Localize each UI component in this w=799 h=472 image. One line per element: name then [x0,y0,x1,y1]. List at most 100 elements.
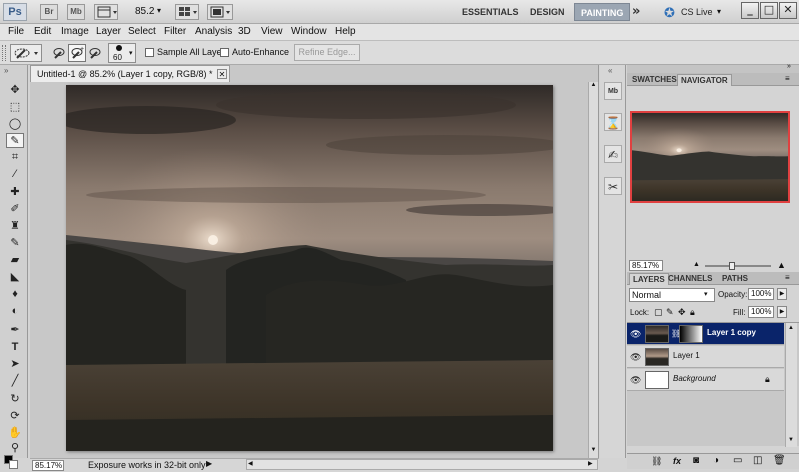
panel-menu-icon[interactable]: ≡ [785,273,790,282]
slider-handle[interactable] [729,262,735,270]
hand-tool[interactable]: ✋ [6,426,24,441]
minimize-button[interactable]: _ [741,2,759,19]
scroll-left-icon[interactable]: ◀ [248,460,253,467]
group-icon[interactable]: ▭ [733,455,742,466]
restore-button[interactable]: □ [760,2,778,19]
layer-row-background[interactable]: 👁︎ Background 🔒︎ [627,369,784,391]
new-layer-icon[interactable]: ◫ [753,455,762,466]
lock-pixels-icon[interactable]: ✎ [666,307,674,318]
fill-field[interactable]: 100% [748,306,774,318]
paint-bucket-tool[interactable]: ◣ [6,270,24,285]
workspace-design[interactable]: DESIGN [524,3,571,21]
menu-file[interactable]: File [8,26,24,37]
menu-window[interactable]: Window [291,26,327,37]
auto-enhance-checkbox[interactable] [220,48,229,57]
adjustment-icon[interactable]: ◑ [713,455,719,466]
document-canvas[interactable] [66,85,553,451]
scroll-up-icon[interactable]: ▲ [589,82,598,91]
options-grip[interactable] [2,45,6,61]
zoom-tool[interactable]: ⚲ [6,441,24,456]
layer-row-layer-1[interactable]: 👁︎ Layer 1 [627,346,784,368]
screen-mode-button[interactable] [207,4,233,20]
eye-icon[interactable]: 👁︎ [630,329,641,340]
menu-edit[interactable]: Edit [34,26,51,37]
menu-3d[interactable]: 3D [238,26,251,37]
move-tool[interactable]: ✥ [6,83,24,98]
brush-picker[interactable]: 60 ▾ [108,43,136,63]
panel-menu-icon[interactable]: ≡ [785,74,790,83]
layer-mask-thumbnail[interactable] [679,325,703,343]
navigator-zoom-slider[interactable] [705,262,771,270]
tab-swatches[interactable]: SWATCHES [629,74,680,86]
line-tool[interactable]: ╱ [6,374,24,389]
tab-paths[interactable]: PATHS [719,273,751,285]
history-brush-tool[interactable]: ✎ [6,236,24,251]
brush-presets-panel-icon[interactable]: ✍ [604,145,622,163]
close-button[interactable]: ✕ [779,2,797,19]
history-panel-icon[interactable]: ⌛ [604,113,622,131]
scroll-down-icon[interactable]: ▼ [589,447,598,456]
healing-brush-tool[interactable]: ✚ [6,185,24,200]
view-extras-button[interactable] [94,4,118,20]
new-selection-button[interactable] [52,46,66,62]
status-menu-icon[interactable]: ▶ [206,459,212,468]
tab-navigator[interactable]: NAVIGATOR [677,74,732,86]
scroll-up-icon[interactable]: ▲ [788,325,794,331]
tool-presets-panel-icon[interactable]: ✂ [604,177,622,195]
arrange-documents-button[interactable] [175,4,199,20]
link-icon[interactable]: ⛓︎ [651,456,662,467]
vertical-scrollbar[interactable]: ▲ ▼ [588,82,598,458]
cs-live-button[interactable]: CS Live [681,7,713,17]
zoom-out-icon[interactable]: ▲ [693,261,700,268]
3d-orbit-tool[interactable]: ⟳ [6,409,24,424]
workspace-essentials[interactable]: ESSENTIALS [456,3,525,21]
path-selection-tool[interactable]: ➤ [6,357,24,372]
lasso-tool[interactable]: ◯ [6,117,24,132]
lock-all-icon[interactable]: 🔒︎ [690,307,695,318]
blend-mode-select[interactable]: Normal ▾ [629,288,715,302]
eyedropper-tool[interactable]: ⁄ [6,167,24,182]
navigator-zoom-field[interactable]: 85.17% [629,260,663,271]
quick-selection-tool[interactable]: ✎ [6,133,24,148]
close-tab-icon[interactable]: ✕ [217,69,227,79]
tab-channels[interactable]: CHANNELS [665,273,715,285]
subtract-from-selection-button[interactable] [88,46,102,62]
lock-position-icon[interactable]: ✥ [678,307,686,318]
collapse-icon[interactable]: » [4,66,8,75]
zoom-level-select[interactable]: 85.2 [135,6,154,17]
scroll-right-icon[interactable]: ▶ [588,460,593,467]
menu-select[interactable]: Select [128,26,156,37]
eye-icon[interactable]: 👁︎ [630,352,641,363]
sample-all-layers-checkbox[interactable] [145,48,154,57]
menu-image[interactable]: Image [61,26,89,37]
opacity-slider-button[interactable]: ▶ [777,288,787,300]
tab-layers[interactable]: LAYERS [629,273,669,285]
menu-help[interactable]: Help [335,26,356,37]
eye-icon[interactable]: 👁︎ [630,375,641,386]
menu-analysis[interactable]: Analysis [195,26,232,37]
clone-stamp-tool[interactable]: ♜ [6,219,24,234]
scroll-down-icon[interactable]: ▼ [788,437,794,443]
color-swatches[interactable] [4,455,18,469]
blur-tool[interactable]: ♦ [6,287,24,302]
menu-view[interactable]: View [261,26,283,37]
workspace-painting[interactable]: PAINTING [574,3,631,21]
brush-tool[interactable]: ✐ [6,202,24,217]
fill-slider-button[interactable]: ▶ [777,306,787,318]
refine-edge-button[interactable]: Refine Edge... [294,44,360,61]
crop-tool[interactable]: ⌗ [6,150,24,165]
navigator-preview[interactable] [630,111,790,203]
mini-bridge-button[interactable]: Mb [67,4,85,20]
opacity-field[interactable]: 100% [748,288,774,300]
status-zoom-field[interactable]: 85.17% [32,460,64,471]
mini-bridge-panel-icon[interactable]: Mb [604,82,622,100]
fx-icon[interactable]: fx [673,456,681,466]
collapse-icon[interactable]: « [608,66,612,75]
mask-icon[interactable]: ◙ [693,455,699,466]
dock-header[interactable]: » [627,63,799,73]
eraser-tool[interactable]: ▰ [6,253,24,268]
horizontal-scrollbar[interactable]: ◀ ▶ [246,459,598,470]
marquee-tool[interactable]: ⬚ [6,100,24,115]
type-tool[interactable]: T [6,340,24,355]
3d-rotate-tool[interactable]: ↻ [6,392,24,407]
